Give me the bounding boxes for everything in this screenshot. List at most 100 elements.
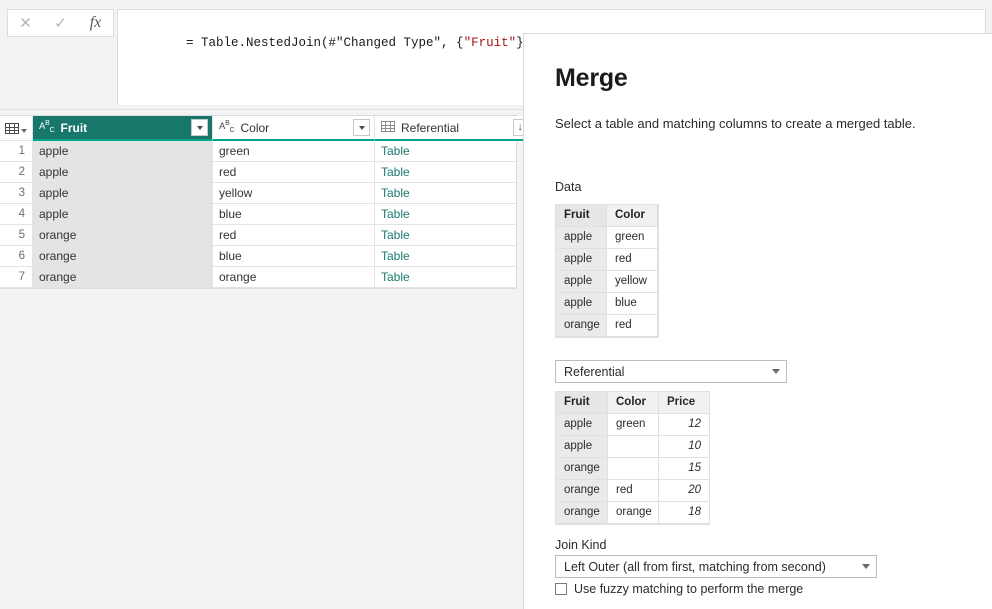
table-select-value: Referential bbox=[564, 364, 625, 379]
preview-row: apple green 12 bbox=[556, 414, 710, 436]
cell-fruit[interactable]: orange bbox=[33, 246, 213, 266]
preview-cell: apple bbox=[556, 436, 608, 458]
check-icon[interactable]: ✓ bbox=[43, 10, 78, 36]
column-header-fruit[interactable]: ABC Fruit bbox=[33, 116, 213, 141]
cell-color[interactable]: yellow bbox=[213, 183, 375, 203]
preview-row: apple red bbox=[556, 249, 658, 271]
preview-row: apple 10 bbox=[556, 436, 710, 458]
row-number: 6 bbox=[0, 246, 33, 266]
table-row[interactable]: 2 apple red Table bbox=[0, 162, 516, 183]
row-number: 7 bbox=[0, 267, 33, 287]
preview-cell: 18 bbox=[659, 502, 710, 524]
cell-color[interactable]: red bbox=[213, 162, 375, 182]
chevron-down-icon bbox=[21, 128, 27, 133]
column-header-referential[interactable]: Referential ↓↑ bbox=[375, 116, 523, 141]
formula-token: = Table.NestedJoin(#"Changed Type", { bbox=[186, 36, 464, 50]
data-grid-area: ABCFruitABCColor Referential ↓↑ 1applegree… bbox=[0, 110, 523, 609]
checkbox-unchecked-icon[interactable] bbox=[555, 583, 567, 595]
cell-referential[interactable]: Table bbox=[375, 141, 523, 161]
cell-fruit[interactable]: apple bbox=[33, 141, 213, 161]
preview-row: apple blue bbox=[556, 293, 658, 315]
expand-columns-icon[interactable]: ↓↑ bbox=[513, 119, 523, 136]
preview-row: orange orange 18 bbox=[556, 502, 710, 524]
cell-referential[interactable]: Table bbox=[375, 267, 523, 287]
preview-column-header[interactable]: Fruit bbox=[556, 392, 608, 414]
table-select-dropdown[interactable]: Referential bbox=[555, 360, 787, 383]
column-header-color[interactable]: ABC Color bbox=[213, 116, 375, 141]
cell-referential[interactable]: Table bbox=[375, 225, 523, 245]
data-grid: ABCFruitABCColor Referential ↓↑ 1applegree… bbox=[0, 115, 523, 289]
preview-column-header[interactable]: Color bbox=[607, 205, 658, 227]
preview-cell: orange bbox=[556, 458, 608, 480]
abc-text-type-icon: ABC bbox=[39, 120, 55, 135]
chevron-down-icon[interactable] bbox=[191, 119, 208, 136]
primary-table-preview[interactable]: Fruit Color apple green apple red apple yellow a… bbox=[555, 204, 659, 338]
cell-color[interactable]: blue bbox=[213, 204, 375, 224]
preview-cell: apple bbox=[556, 293, 607, 315]
preview-cell: red bbox=[608, 480, 659, 502]
row-number: 2 bbox=[0, 162, 33, 182]
secondary-table-preview[interactable]: Fruit Color Price apple green 12 apple 10 orange… bbox=[555, 391, 710, 525]
cell-fruit[interactable]: apple bbox=[33, 204, 213, 224]
table-row[interactable]: 5 orange red Table bbox=[0, 225, 516, 246]
preview-column-header[interactable]: Price bbox=[659, 392, 710, 414]
fx-icon[interactable]: fx bbox=[78, 10, 113, 36]
preview-cell: orange bbox=[556, 502, 608, 524]
page-title: Merge bbox=[555, 64, 628, 92]
power-query-merge-screen: ✕ ✓ fx = Table.NestedJoin(#"Changed Type… bbox=[0, 0, 992, 609]
fuzzy-matching-checkbox-row[interactable]: Use fuzzy matching to perform the merge bbox=[555, 582, 803, 596]
join-kind-dropdown[interactable]: Left Outer (all from first, matching fro… bbox=[555, 555, 877, 578]
preview-cell: apple bbox=[556, 414, 608, 436]
chevron-down-icon bbox=[772, 369, 780, 374]
chevron-down-glyph bbox=[358, 125, 365, 130]
table-row[interactable]: 3 apple yellow Table bbox=[0, 183, 516, 204]
data-grid-header-row: ABC Fruit ABC Color Referential ↓↑ bbox=[0, 116, 523, 141]
close-icon[interactable]: ✕ bbox=[8, 10, 43, 36]
preview-row: orange red 20 bbox=[556, 480, 710, 502]
formula-bar-buttons: ✕ ✓ fx bbox=[7, 9, 114, 37]
formula-string-token: "Fruit" bbox=[463, 36, 517, 50]
preview-cell: green bbox=[607, 227, 658, 249]
cell-fruit[interactable]: orange bbox=[33, 225, 213, 245]
cell-color[interactable]: orange bbox=[213, 267, 375, 287]
table-row[interactable]: 4 apple blue Table bbox=[0, 204, 516, 225]
table-select-all-icon[interactable] bbox=[0, 116, 33, 141]
preview-cell bbox=[608, 436, 659, 458]
column-header-label: Referential bbox=[401, 120, 460, 135]
merge-dialog-panel: Merge Select a table and matching column… bbox=[523, 33, 992, 609]
chevron-down-icon[interactable] bbox=[353, 119, 370, 136]
data-label: Data bbox=[555, 180, 582, 194]
row-number: 4 bbox=[0, 204, 33, 224]
table-row[interactable]: 7 orange orange Table bbox=[0, 267, 516, 288]
preview-row: orange 15 bbox=[556, 458, 710, 480]
preview-column-header[interactable]: Fruit bbox=[556, 205, 607, 227]
table-type-icon bbox=[381, 120, 395, 135]
cell-fruit[interactable]: apple bbox=[33, 162, 213, 182]
table-row[interactable]: 1 apple green Table bbox=[0, 141, 516, 162]
preview-cell bbox=[608, 458, 659, 480]
preview-cell: blue bbox=[607, 293, 658, 315]
chevron-down-icon bbox=[862, 564, 870, 569]
abc-text-type-icon: ABC bbox=[219, 120, 235, 135]
preview-column-header[interactable]: Color bbox=[608, 392, 659, 414]
cell-color[interactable]: green bbox=[213, 141, 375, 161]
cell-fruit[interactable]: apple bbox=[33, 183, 213, 203]
cell-referential[interactable]: Table bbox=[375, 183, 523, 203]
row-number: 5 bbox=[0, 225, 33, 245]
cell-referential[interactable]: Table bbox=[375, 246, 523, 266]
preview-cell: apple bbox=[556, 271, 607, 293]
preview-row: orange red bbox=[556, 315, 658, 337]
cell-color[interactable]: red bbox=[213, 225, 375, 245]
cell-referential[interactable]: Table bbox=[375, 162, 523, 182]
preview-cell: orange bbox=[608, 502, 659, 524]
cell-referential[interactable]: Table bbox=[375, 204, 523, 224]
table-row[interactable]: 6 orange blue Table bbox=[0, 246, 516, 267]
preview-cell: orange bbox=[556, 480, 608, 502]
preview-cell: 10 bbox=[659, 436, 710, 458]
preview-cell: 20 bbox=[659, 480, 710, 502]
cell-fruit[interactable]: orange bbox=[33, 267, 213, 287]
preview-cell: apple bbox=[556, 249, 607, 271]
preview-cell: yellow bbox=[607, 271, 658, 293]
fuzzy-matching-label: Use fuzzy matching to perform the merge bbox=[574, 582, 804, 596]
cell-color[interactable]: blue bbox=[213, 246, 375, 266]
